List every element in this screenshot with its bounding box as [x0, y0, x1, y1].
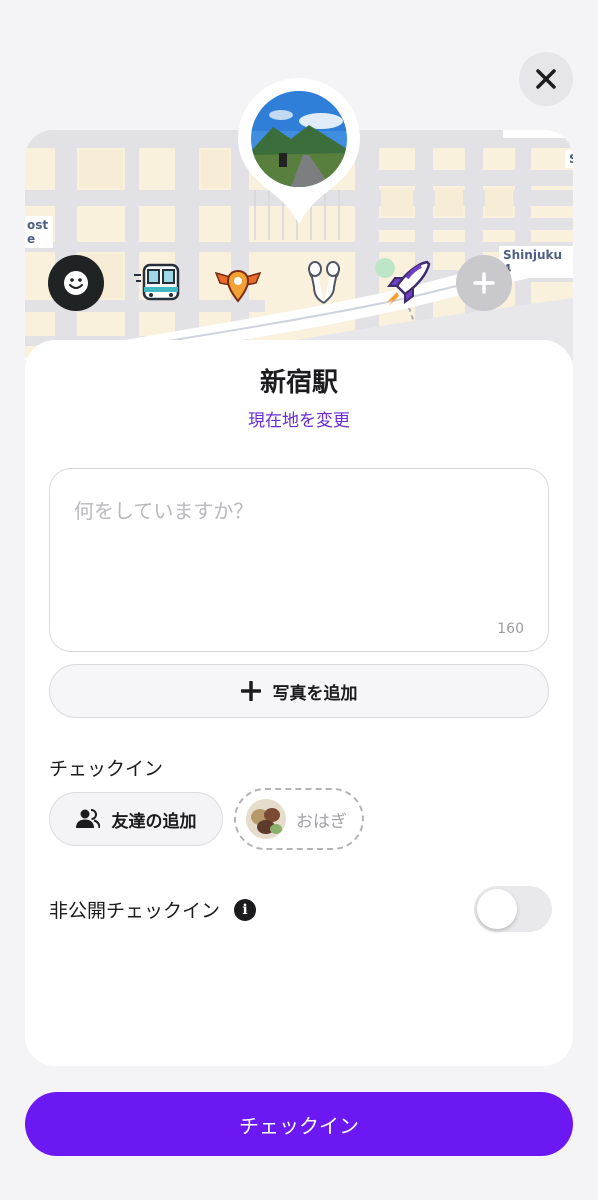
private-checkin-toggle[interactable] — [474, 886, 552, 932]
smiley-sticker-button[interactable] — [48, 255, 104, 311]
location-photo[interactable] — [251, 91, 347, 187]
ohagi-image — [246, 799, 286, 839]
change-location-link[interactable]: 現在地を変更 — [25, 406, 573, 431]
private-checkin-row: 非公開チェックイン i — [49, 896, 257, 923]
comment-placeholder: 何をしていますか？ — [74, 499, 254, 523]
comment-input[interactable]: 何をしていますか？ 160 — [49, 468, 549, 652]
train-sticker[interactable] — [130, 255, 186, 311]
add-friend-button[interactable]: 友達の追加 — [49, 792, 223, 846]
checkin-card: 新宿駅 現在地を変更 何をしていますか？ 160 写真を追加 チェックイン 友達… — [25, 340, 573, 1066]
sticker-row — [0, 255, 598, 319]
space-shuttle-icon — [387, 260, 431, 306]
place-title: 新宿駅 — [259, 368, 338, 398]
food-chip[interactable]: おはぎ — [234, 788, 364, 850]
smiley-face-icon — [64, 271, 88, 295]
train-icon — [134, 263, 180, 301]
map-label-edge: S — [565, 150, 573, 168]
earphones-sticker[interactable] — [296, 255, 352, 311]
private-checkin-label: 非公開チェックイン — [49, 900, 221, 922]
location-pin — [238, 78, 360, 224]
plus-icon — [473, 272, 495, 294]
map-label-post: ost e — [25, 216, 53, 248]
people-icon — [75, 809, 100, 829]
add-sticker-button[interactable] — [456, 255, 512, 311]
checkin-screen: Shinjuku 4 ost e S — [0, 0, 598, 1200]
add-photo-button[interactable]: 写真を追加 — [49, 664, 549, 718]
char-count: 160 — [497, 621, 524, 637]
add-photo-label: 写真を追加 — [272, 683, 358, 704]
checkin-section-label: チェックイン — [49, 758, 164, 780]
space-shuttle-sticker[interactable] — [380, 255, 436, 311]
plus-icon — [240, 681, 261, 701]
toggle-knob — [477, 889, 517, 929]
checkin-button[interactable]: チェックイン — [25, 1092, 573, 1156]
ohagi-thumbnail — [246, 799, 286, 839]
close-button[interactable] — [519, 52, 573, 106]
info-icon[interactable]: i — [234, 898, 257, 921]
winged-pin-sticker[interactable] — [210, 255, 266, 311]
food-chip-label: おはぎ — [296, 811, 347, 832]
winged-pin-icon — [214, 269, 262, 303]
landscape-photo — [251, 91, 347, 187]
earphones-icon — [308, 261, 340, 304]
add-friend-label: 友達の追加 — [111, 811, 197, 832]
close-icon — [536, 69, 556, 89]
